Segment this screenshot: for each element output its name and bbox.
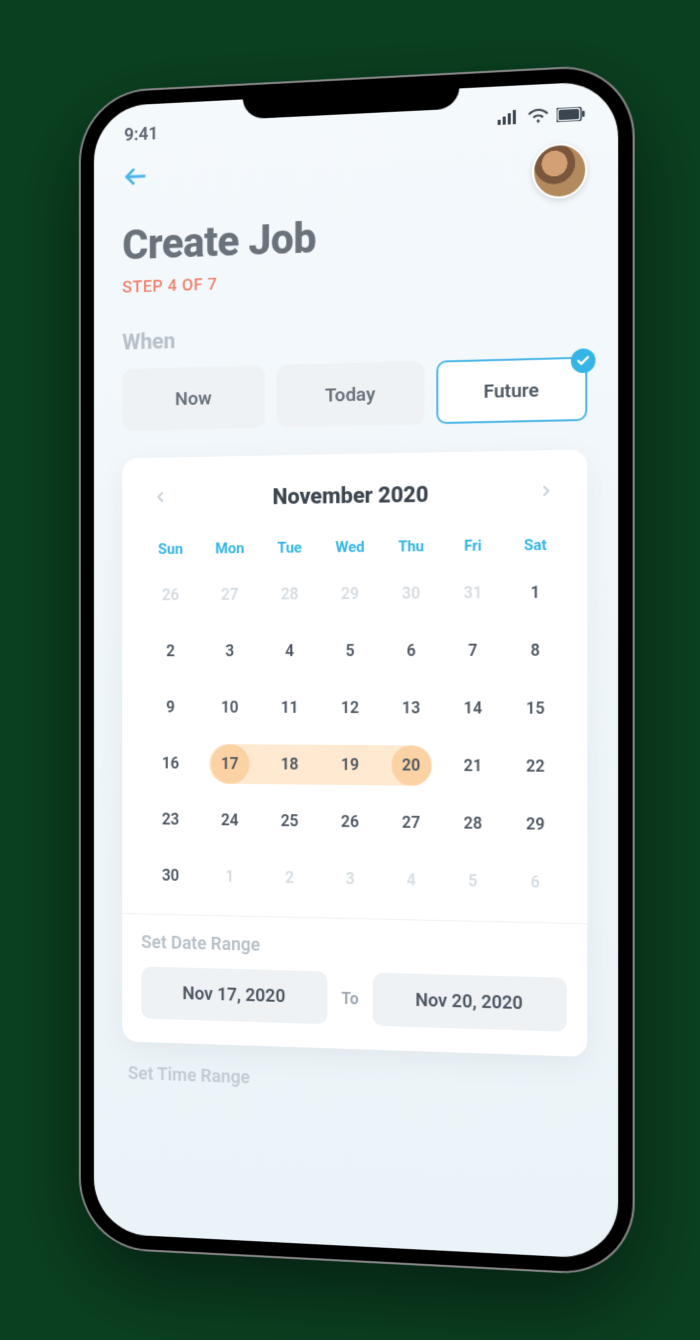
when-option-now[interactable]: Now	[122, 365, 265, 431]
calendar-day[interactable]: 31	[442, 573, 504, 613]
calendar-day[interactable]: 4	[380, 860, 441, 900]
when-option-today[interactable]: Today	[277, 361, 424, 428]
battery-icon	[557, 106, 586, 122]
calendar-day[interactable]: 25	[260, 801, 320, 841]
calendar-dow: Mon	[200, 539, 259, 557]
calendar-day[interactable]: 17	[200, 744, 259, 783]
calendar-day[interactable]: 2	[141, 632, 200, 670]
date-to-chip[interactable]: Nov 20, 2020	[373, 973, 567, 1032]
phone-frame: 9:41 Create Job STEP 4 OF 7 When NowToda…	[81, 65, 633, 1274]
calendar-day[interactable]: 8	[504, 630, 567, 670]
calendar-day[interactable]: 26	[141, 575, 200, 614]
chevron-left-icon	[153, 489, 168, 505]
calendar-day[interactable]: 29	[320, 574, 381, 613]
calendar-day[interactable]: 27	[380, 802, 441, 842]
calendar-day[interactable]: 18	[260, 744, 320, 783]
calendar-week: 23242526272829	[141, 800, 567, 845]
calendar-day[interactable]: 30	[380, 573, 441, 613]
calendar-day[interactable]: 6	[504, 862, 567, 903]
calendar-week: 16171819202122	[141, 744, 567, 787]
date-range-to-label: To	[341, 989, 358, 1009]
calendar-day[interactable]: 4	[260, 631, 320, 670]
calendar-card: November 2020 SunMonTueWedThuFriSat 2627…	[122, 449, 587, 1056]
calendar-day[interactable]: 20	[380, 745, 441, 785]
back-button[interactable]	[122, 162, 149, 195]
calendar-week: 30123456	[141, 856, 567, 903]
calendar-dow: Thu	[380, 537, 441, 556]
calendar-day[interactable]: 3	[200, 631, 259, 670]
when-label: When	[122, 317, 587, 356]
wifi-icon	[528, 108, 548, 123]
calendar-dow: Tue	[260, 538, 320, 557]
time-range-label: Set Time Range	[122, 1063, 587, 1101]
calendar-dow: Sat	[504, 535, 567, 554]
avatar[interactable]	[532, 142, 587, 199]
status-icons	[498, 106, 586, 124]
screen: 9:41 Create Job STEP 4 OF 7 When NowToda…	[94, 80, 618, 1259]
calendar-day[interactable]: 5	[442, 861, 504, 902]
calendar-day[interactable]: 5	[320, 631, 381, 670]
calendar-next-button[interactable]	[532, 476, 561, 509]
calendar-week: 2627282930311	[141, 572, 567, 614]
calendar-day[interactable]: 28	[260, 574, 320, 613]
calendar-day[interactable]: 14	[442, 688, 504, 728]
calendar-day[interactable]: 16	[141, 744, 200, 783]
calendar-day[interactable]: 22	[504, 746, 567, 786]
calendar-day[interactable]: 29	[504, 804, 567, 844]
calendar-day[interactable]: 7	[442, 630, 504, 670]
arrow-left-icon	[122, 162, 149, 191]
calendar-week: 2345678	[141, 630, 567, 670]
cellular-icon	[498, 109, 520, 124]
calendar-day[interactable]: 13	[380, 688, 441, 727]
calendar-dow-row: SunMonTueWedThuFriSat	[141, 535, 567, 558]
calendar-day[interactable]: 23	[141, 800, 200, 839]
calendar-day[interactable]: 15	[504, 688, 567, 728]
calendar-day[interactable]: 2	[260, 857, 320, 897]
calendar-day[interactable]: 21	[442, 746, 504, 786]
calendar-dow: Fri	[442, 536, 504, 555]
when-option-future[interactable]: Future	[436, 357, 587, 425]
calendar-day[interactable]: 1	[504, 572, 567, 612]
check-icon	[571, 348, 596, 373]
calendar-day[interactable]: 19	[320, 745, 381, 785]
calendar-day[interactable]: 6	[380, 631, 441, 670]
calendar-prev-button[interactable]	[147, 483, 174, 515]
calendar-day[interactable]: 26	[320, 802, 381, 842]
calendar-week: 9101112131415	[141, 688, 567, 728]
calendar-day[interactable]: 24	[200, 800, 259, 839]
calendar-day[interactable]: 27	[200, 575, 259, 614]
calendar-day[interactable]: 28	[442, 803, 504, 843]
when-options: NowTodayFuture	[122, 357, 587, 431]
calendar-day[interactable]: 9	[141, 688, 200, 727]
calendar-title: November 2020	[272, 482, 428, 509]
calendar-day[interactable]: 3	[320, 858, 381, 898]
calendar-day[interactable]: 1	[200, 857, 259, 897]
calendar-day[interactable]: 10	[200, 688, 259, 727]
calendar-weeks: 2627282930311234567891011121314151617181…	[141, 572, 567, 902]
date-from-chip[interactable]: Nov 17, 2020	[141, 966, 327, 1024]
status-time: 9:41	[124, 123, 158, 145]
chevron-right-icon	[538, 483, 554, 500]
calendar-dow: Sun	[141, 540, 200, 558]
date-range-label: Set Date Range	[141, 932, 567, 963]
calendar-dow: Wed	[320, 538, 381, 557]
calendar-day[interactable]: 30	[141, 856, 200, 895]
calendar-day[interactable]: 11	[260, 688, 320, 727]
calendar-day[interactable]: 12	[320, 688, 381, 727]
divider	[122, 913, 587, 924]
